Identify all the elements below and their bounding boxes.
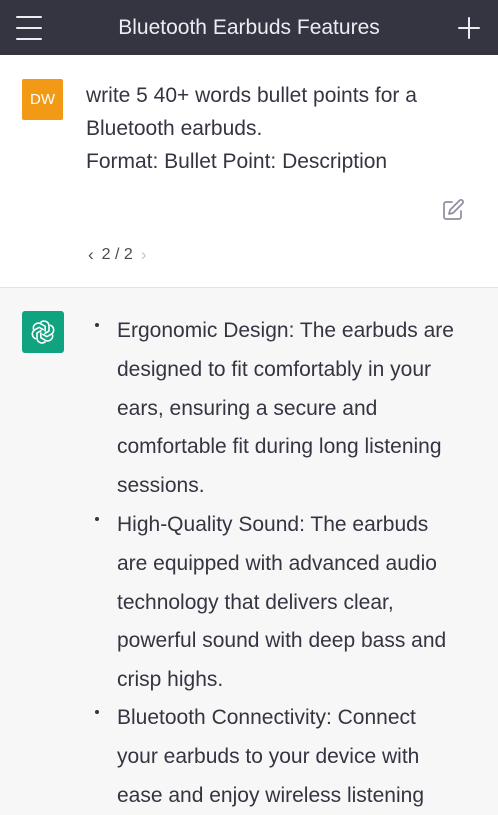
bullet-item: High-Quality Sound: The earbuds are equi…: [117, 506, 477, 700]
bullet-item: Ergonomic Design: The earbuds are design…: [117, 312, 477, 506]
hamburger-menu-icon-bar: [16, 38, 42, 40]
assistant-message: Ergonomic Design: The earbuds are design…: [0, 289, 498, 812]
edit-message-button[interactable]: [441, 198, 465, 222]
user-message-line: Bluetooth earbuds.: [86, 117, 263, 140]
edit-icon: [443, 199, 464, 220]
previous-response-button[interactable]: ‹: [88, 245, 94, 265]
hamburger-menu-icon: [16, 16, 42, 18]
menu-button[interactable]: [14, 13, 46, 43]
new-chat-button[interactable]: [454, 13, 484, 43]
plus-icon-vertical: [468, 17, 470, 39]
bullet-line: ears, ensuring a secure and: [117, 396, 378, 420]
bullet-line: your earbuds to your device with: [117, 744, 420, 768]
bullet-line: comfortable fit during long listening: [117, 435, 442, 459]
bullet-marker: [95, 323, 99, 327]
bullet-line: crisp highs.: [117, 668, 224, 692]
bullet-line: technology that delivers clear,: [117, 590, 394, 614]
next-response-button[interactable]: ›: [141, 245, 147, 265]
user-avatar: DW: [22, 79, 63, 120]
bullet-line: Bluetooth Connectivity: Connect: [117, 706, 416, 729]
bullet-marker: [95, 517, 99, 521]
bullet-line: are equipped with advanced audio: [117, 551, 437, 575]
bullet-line: powerful sound with deep bass and: [117, 629, 447, 653]
bullet-line: sessions.: [117, 474, 205, 498]
assistant-avatar: [22, 311, 64, 353]
hamburger-menu-icon-bar: [16, 27, 42, 29]
openai-logo-icon: [31, 320, 55, 344]
user-message-text: write 5 40+ words bullet points for a Bl…: [86, 79, 476, 178]
response-pager: ‹ 2 / 2 ›: [88, 243, 146, 267]
bullet-line: designed to fit comfortably in your: [117, 357, 431, 381]
bullet-marker: [95, 710, 99, 714]
bullet-line: ease and enjoy wireless listening: [117, 783, 425, 807]
bullet-item: Bluetooth Connectivity: Connect your ear…: [117, 699, 477, 815]
bullet-line: High-Quality Sound: The earbuds: [117, 513, 429, 536]
page-title: Bluetooth Earbuds Features: [118, 16, 380, 39]
user-message: DW write 5 40+ words bullet points for a…: [0, 55, 498, 288]
user-message-line: Format: Bullet Point: Description: [86, 150, 388, 173]
bullet-line: Ergonomic Design: The earbuds are: [117, 319, 454, 342]
top-bar: Bluetooth Earbuds Features: [0, 0, 498, 55]
pager-label: 2 / 2: [101, 246, 133, 263]
user-message-line: write 5 40+ words bullet points for a: [86, 84, 417, 107]
